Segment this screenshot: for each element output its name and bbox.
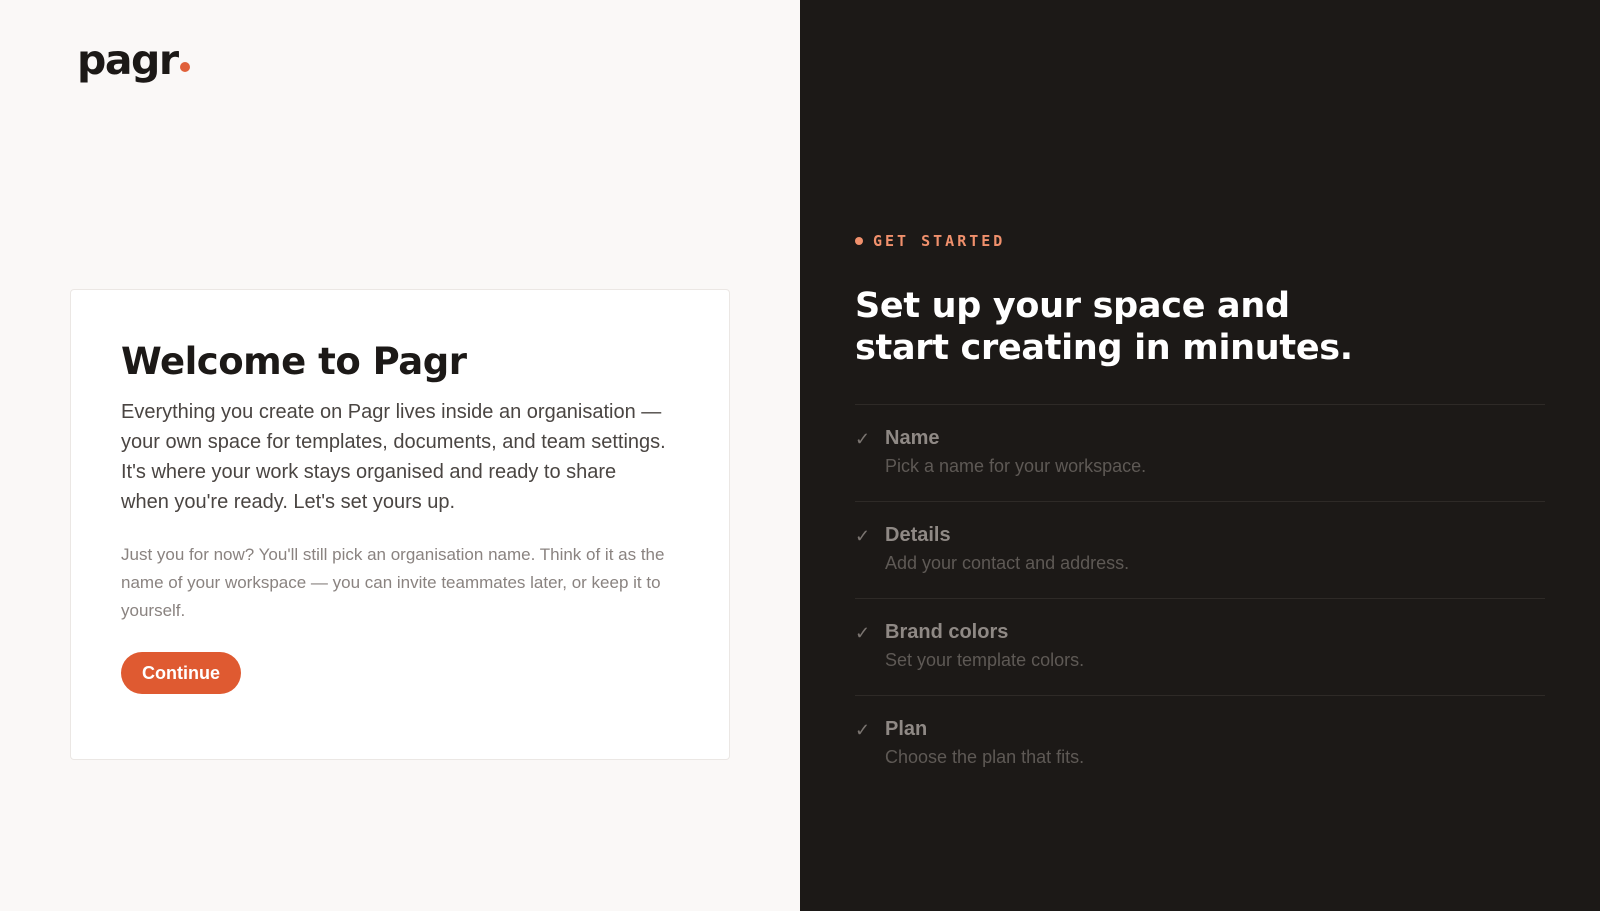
- eyebrow-label: GET STARTED: [873, 232, 1006, 250]
- onboarding-headline: Set up your space and start creating in …: [855, 286, 1353, 368]
- step-title: Plan: [885, 718, 928, 740]
- check-icon: ✓: [855, 720, 871, 740]
- welcome-card: Welcome to Pagr Everything you create on…: [70, 289, 730, 760]
- logo-text: pagr: [77, 36, 179, 84]
- step-plan: ✓ Plan Choose the plan that fits.: [855, 696, 1545, 793]
- step-brand-colors: ✓ Brand colors Set your template colors.: [855, 599, 1545, 696]
- welcome-title: Welcome to Pagr: [121, 340, 467, 383]
- pagr-logo[interactable]: pagr: [77, 36, 190, 84]
- welcome-lead: Everything you create on Pagr lives insi…: [121, 401, 666, 513]
- check-icon: ✓: [855, 429, 871, 449]
- step-description: Choose the plan that fits.: [885, 747, 1085, 767]
- eyebrow: GET STARTED: [855, 232, 1545, 250]
- steps-list: ✓ Name Pick a name for your workspace. ✓…: [855, 404, 1545, 793]
- step-title: Name: [885, 427, 940, 449]
- check-icon: ✓: [855, 623, 871, 643]
- step-description: Add your contact and address.: [885, 553, 1130, 573]
- onboarding-panel: GET STARTED Set up your space and start …: [800, 0, 1600, 911]
- logo-dot: [179, 62, 190, 72]
- welcome-note: Just you for now? You'll still pick an o…: [121, 545, 665, 620]
- step-title: Details: [885, 524, 951, 546]
- step-details: ✓ Details Add your contact and address.: [855, 502, 1545, 599]
- check-icon: ✓: [855, 526, 871, 546]
- step-name: ✓ Name Pick a name for your workspace.: [855, 405, 1545, 502]
- step-description: Set your template colors.: [885, 650, 1085, 670]
- step-title: Brand colors: [885, 621, 1009, 643]
- continue-button[interactable]: Continue: [121, 652, 241, 694]
- welcome-panel: pagr Welcome to Pagr Everything you crea…: [0, 0, 800, 911]
- step-description: Pick a name for your workspace.: [885, 456, 1147, 476]
- eyebrow-dot-icon: [855, 237, 863, 245]
